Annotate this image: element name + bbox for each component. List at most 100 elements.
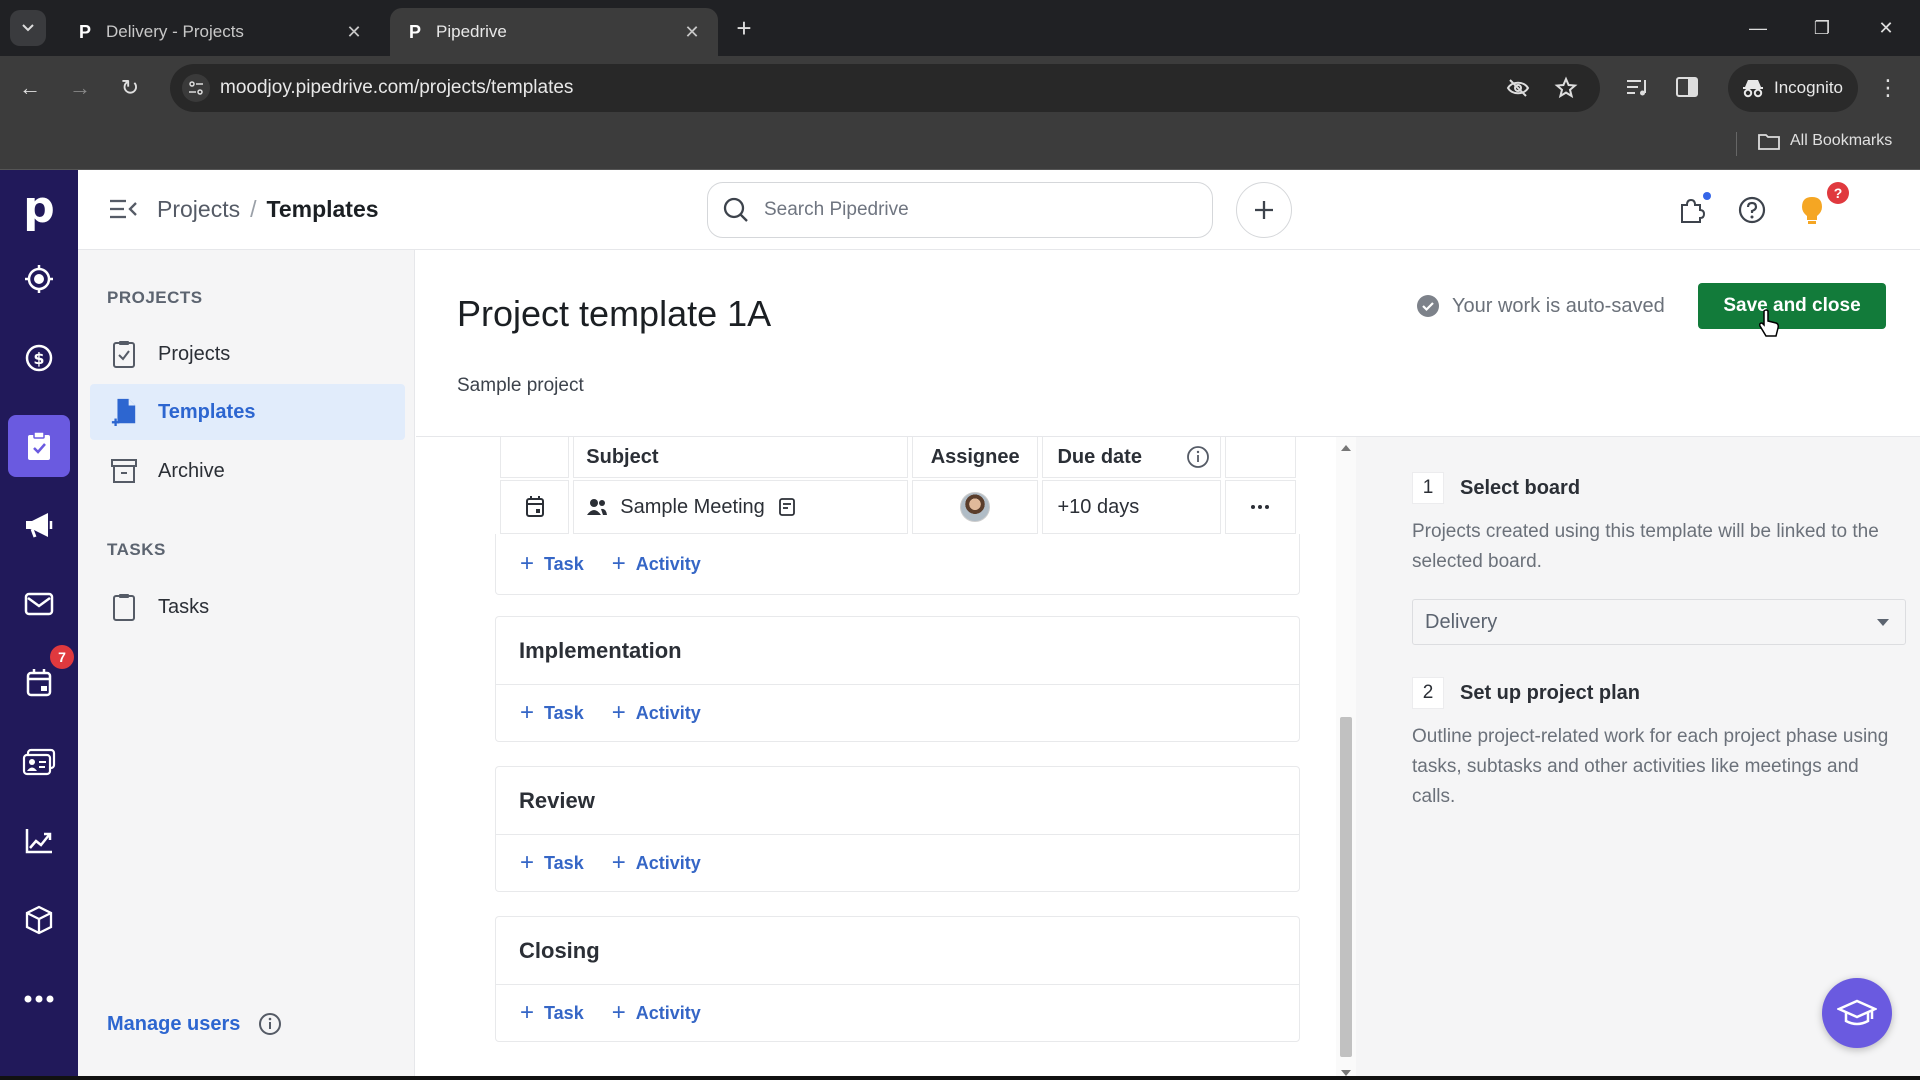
- column-header-subject[interactable]: Subject: [573, 437, 908, 478]
- add-task-button[interactable]: + Task: [520, 851, 584, 875]
- sidebar-item-tasks[interactable]: Tasks: [90, 579, 405, 635]
- sidebar-item-projects[interactable]: Projects: [90, 326, 405, 382]
- phase-card-review: Review + Task + Activity: [495, 766, 1300, 892]
- info-icon[interactable]: [258, 1012, 282, 1036]
- new-tab-button[interactable]: +: [730, 14, 758, 42]
- rail-item-campaigns[interactable]: [8, 494, 70, 556]
- scroll-up-arrow-icon[interactable]: [1341, 445, 1351, 451]
- target-icon: [25, 265, 53, 293]
- rail-item-products[interactable]: [8, 889, 70, 951]
- add-activity-button[interactable]: + Activity: [611, 550, 701, 577]
- bookmark-star-icon[interactable]: [1554, 76, 1578, 100]
- close-window-icon[interactable]: ✕: [1866, 12, 1906, 44]
- step-number: 2: [1412, 677, 1444, 709]
- mail-icon: [24, 592, 54, 616]
- site-settings-icon[interactable]: [182, 74, 210, 102]
- academy-help-button[interactable]: [1822, 978, 1892, 1048]
- add-activity-button[interactable]: + Activity: [612, 701, 701, 725]
- quick-add-button[interactable]: [1236, 182, 1292, 238]
- activities-badge: 7: [50, 645, 74, 669]
- back-icon[interactable]: ←: [14, 72, 46, 104]
- browser-tab[interactable]: P Delivery - Projects ✕: [60, 8, 380, 56]
- archive-icon: [110, 456, 138, 486]
- add-activity-button[interactable]: + Activity: [611, 849, 701, 876]
- info-icon[interactable]: [1186, 445, 1210, 469]
- scrollbar-thumb[interactable]: [1340, 717, 1352, 1057]
- board-select[interactable]: Delivery: [1412, 599, 1906, 645]
- search-icon: [723, 197, 748, 222]
- rail-item-mail[interactable]: [8, 573, 70, 635]
- phases-scrollbar[interactable]: [1336, 437, 1356, 1080]
- tab-title: Pipedrive: [436, 22, 507, 41]
- tab-search-button[interactable]: [10, 10, 46, 46]
- help-button[interactable]: [1734, 192, 1770, 228]
- svg-text:$: $: [33, 349, 44, 368]
- add-activity-button[interactable]: + Activity: [612, 1001, 701, 1025]
- rail-item-deals[interactable]: $: [8, 327, 70, 389]
- browser-tab-active[interactable]: P Pipedrive ✕: [390, 8, 718, 56]
- incognito-label: Incognito: [1774, 78, 1843, 97]
- collapse-sidebar-button[interactable]: [108, 196, 138, 224]
- activity-type-cell: [500, 480, 570, 534]
- browser-tabstrip: P Delivery - Projects ✕ P Pipedrive ✕ + …: [0, 0, 1920, 56]
- template-description[interactable]: Sample project: [457, 375, 584, 397]
- phase-title[interactable]: Review: [496, 767, 1299, 835]
- rail-item-leads[interactable]: [8, 248, 70, 310]
- restore-window-icon[interactable]: ❐: [1802, 12, 1842, 44]
- add-task-label: Task: [544, 1002, 584, 1023]
- close-tab-icon[interactable]: ✕: [682, 22, 702, 42]
- subject-cell[interactable]: Sample Meeting: [573, 480, 908, 534]
- reload-icon[interactable]: ↻: [114, 72, 146, 104]
- autosave-text: Your work is auto-saved: [1452, 294, 1665, 317]
- table-row[interactable]: Sample Meeting +10 days: [500, 480, 1300, 534]
- assignee-cell[interactable]: [911, 480, 1039, 534]
- sidebar-item-templates[interactable]: Templates: [90, 384, 405, 440]
- projects-section-heading: PROJECTS: [107, 288, 203, 307]
- add-task-button[interactable]: + Task: [520, 552, 584, 576]
- eye-off-icon[interactable]: [1506, 76, 1530, 100]
- all-bookmarks-label: All Bookmarks: [1790, 132, 1893, 149]
- add-task-button[interactable]: + Task: [520, 1001, 584, 1025]
- tips-button[interactable]: [1794, 192, 1830, 228]
- address-bar[interactable]: moodjoy.pipedrive.com/projects/templates: [170, 64, 1600, 112]
- browser-menu-icon[interactable]: ⋮: [1876, 72, 1900, 104]
- row-actions-button[interactable]: [1224, 480, 1296, 534]
- manage-users-link[interactable]: Manage users: [107, 1012, 282, 1036]
- column-header-assignee[interactable]: Assignee: [911, 437, 1039, 478]
- breadcrumb-projects-link[interactable]: Projects: [157, 196, 240, 223]
- plus-icon: +: [611, 550, 626, 577]
- bookmarks-separator: [1736, 132, 1737, 156]
- phase-title[interactable]: Implementation: [496, 617, 1299, 685]
- minimize-window-icon[interactable]: —: [1738, 12, 1778, 44]
- media-control-icon[interactable]: [1624, 74, 1652, 102]
- column-header-due-date[interactable]: Due date: [1042, 437, 1221, 478]
- sidebar-item-archive[interactable]: Archive: [90, 443, 405, 499]
- close-tab-icon[interactable]: ✕: [344, 22, 364, 42]
- add-task-button[interactable]: + Task: [520, 701, 584, 725]
- breadcrumb-current: Templates: [266, 196, 379, 222]
- rail-item-projects[interactable]: [8, 415, 70, 477]
- forward-icon[interactable]: →: [64, 72, 96, 104]
- phase-title[interactable]: Closing: [496, 917, 1299, 985]
- plus-icon: +: [611, 849, 626, 876]
- save-and-close-button[interactable]: Save and close: [1698, 283, 1886, 329]
- pipedrive-logo[interactable]: p: [0, 186, 78, 232]
- collapse-menu-icon: [110, 199, 137, 219]
- table-header-row: Subject Assignee Due date: [500, 437, 1300, 478]
- search-input[interactable]: [764, 199, 1184, 221]
- global-search[interactable]: [707, 182, 1213, 238]
- setup-guide-panel: 1 Select board Projects created using th…: [1356, 437, 1920, 1080]
- rail-item-insights[interactable]: [8, 810, 70, 872]
- due-date-cell[interactable]: +10 days: [1042, 480, 1221, 534]
- template-icon: [110, 397, 138, 427]
- rail-item-more[interactable]: [8, 968, 70, 1030]
- side-panel-icon[interactable]: [1674, 74, 1702, 102]
- calendar-icon: [26, 669, 52, 697]
- app-header: Projects / Templates ?: [78, 170, 1920, 250]
- note-icon[interactable]: [777, 497, 797, 517]
- incognito-indicator[interactable]: Incognito: [1728, 64, 1858, 112]
- page-title[interactable]: Project template 1A: [457, 293, 771, 335]
- rail-item-contacts[interactable]: [8, 731, 70, 793]
- more-horizontal-icon: [1251, 505, 1270, 509]
- all-bookmarks-button[interactable]: All Bookmarks: [1758, 132, 1892, 150]
